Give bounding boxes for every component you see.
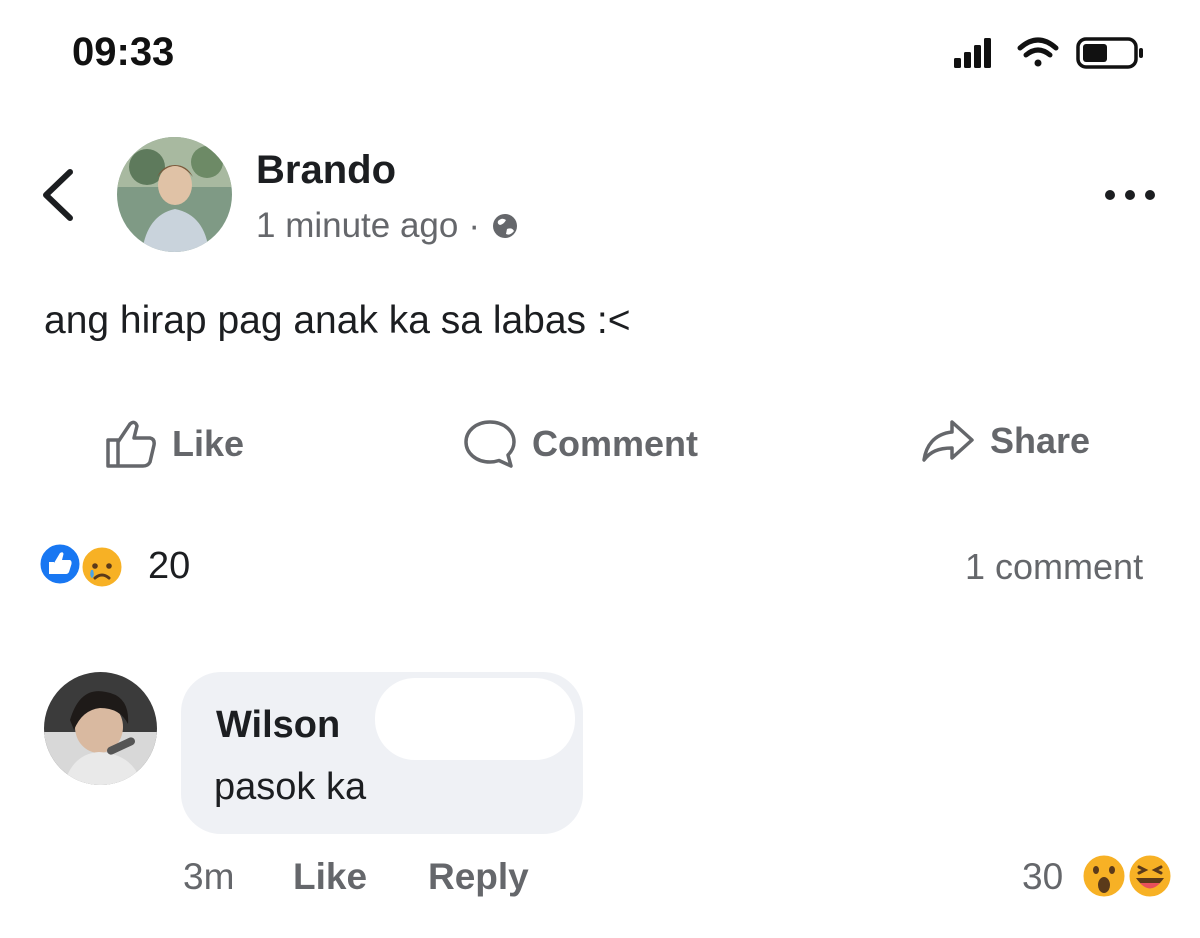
status-icons <box>954 37 1143 69</box>
comment-age[interactable]: 3m <box>183 856 234 898</box>
signal-icon <box>954 38 991 68</box>
meta-separator: · <box>468 206 481 245</box>
post-meta: 1 minute ago · <box>256 206 520 246</box>
author-avatar[interactable] <box>117 137 232 252</box>
battery-icon <box>1076 37 1143 69</box>
back-chevron-icon[interactable] <box>30 160 90 230</box>
share-label: Share <box>990 420 1091 461</box>
sad-reaction-icon <box>79 544 125 590</box>
post-timestamp[interactable]: 1 minute ago <box>256 206 458 246</box>
like-label: Like <box>172 423 245 464</box>
comment-text: pasok ka <box>214 766 367 808</box>
comment-bubble-icon <box>464 420 516 468</box>
post-text: ang hirap pag anak ka sa labas :< <box>44 299 631 342</box>
like-button[interactable]: Like <box>104 418 244 470</box>
comment-label: Comment <box>532 423 699 464</box>
comment-like-button[interactable]: Like <box>293 856 367 898</box>
status-time: 09:33 <box>72 30 175 74</box>
post-author[interactable]: Brando <box>256 148 396 193</box>
redacted-name-overlay <box>375 678 575 760</box>
globe-icon <box>493 214 518 238</box>
comment-reaction-icons[interactable] <box>1078 850 1178 902</box>
post-reaction-count[interactable]: 20 <box>148 545 190 588</box>
like-reaction-icon <box>37 541 83 587</box>
share-button[interactable]: Share <box>920 418 1090 464</box>
comment-reply-button[interactable]: Reply <box>428 856 529 898</box>
wifi-icon <box>1017 37 1059 67</box>
comment-reaction-count[interactable]: 30 <box>1022 856 1063 898</box>
thumbs-up-icon <box>106 420 156 468</box>
comment-button[interactable]: Comment <box>462 418 698 470</box>
post-comment-count[interactable]: 1 comment <box>965 546 1143 588</box>
post-reaction-icons[interactable] <box>36 540 132 592</box>
wow-reaction-icon <box>1080 852 1128 900</box>
comment-author[interactable]: Wilson <box>216 704 340 747</box>
more-options-icon[interactable] <box>1100 175 1160 215</box>
haha-reaction-icon <box>1126 852 1174 900</box>
commenter-avatar[interactable] <box>44 672 157 785</box>
share-arrow-icon <box>922 420 974 462</box>
